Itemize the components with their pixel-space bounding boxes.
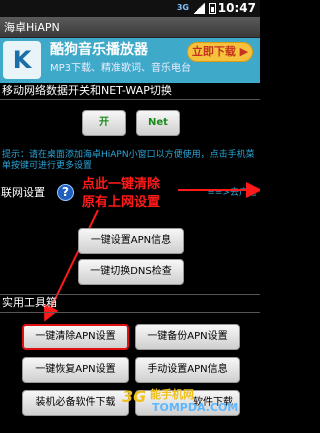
help-icon[interactable]: ? <box>57 184 74 201</box>
watermark-cn: 能手机网 <box>150 388 194 401</box>
battery-icon <box>209 2 216 14</box>
must-have-software-button[interactable]: 装机必备软件下载 <box>22 390 129 416</box>
divider <box>0 99 260 100</box>
tools-heading: 实用工具箱 <box>2 296 57 309</box>
kugou-logo-letter: K <box>12 46 32 74</box>
annotation-line-1: 点此一键清除 <box>82 177 161 192</box>
manual-apn-button[interactable]: 手动设置APN信息 <box>135 357 240 383</box>
restore-apn-button[interactable]: 一键恢复APN设置 <box>22 357 129 383</box>
signal-icon <box>193 2 205 14</box>
status-bar: 3G 10:47 <box>0 0 260 17</box>
status-icons: 3G <box>177 2 216 14</box>
switch-dns-button[interactable]: 一键切换DNS检查 <box>78 259 184 285</box>
network-3g-icon: 3G <box>176 3 189 12</box>
ad-title: 酷狗音乐播放器 <box>50 42 148 58</box>
divider <box>0 294 260 295</box>
ad-subtitle: MP3下载、精准歌词、音乐电台 <box>50 63 192 74</box>
backup-apn-button[interactable]: 一键备份APN设置 <box>135 324 240 350</box>
mobile-data-heading: 移动网络数据开关和NET-WAP切换 <box>2 84 172 97</box>
watermark-en: TOMPDA.COM <box>152 401 239 414</box>
remove-ads-link[interactable]: ==>去广告 <box>207 187 257 199</box>
hint-text: 提示：请在桌面添加海卓HiAPN小窗口以方便使用，点击手机菜单按键可进行更多设置 <box>2 150 255 171</box>
set-apn-button[interactable]: 一键设置APN信息 <box>78 228 184 254</box>
watermark-logo: 3G <box>122 387 147 406</box>
ad-download-button[interactable]: 立即下载 ▶ <box>187 42 253 62</box>
divider <box>0 312 260 313</box>
network-settings-label: 联网设置 <box>1 186 45 199</box>
net-toggle-button[interactable]: Net <box>136 110 180 136</box>
tompda-watermark: 3G 能手机网 TOMPDA.COM <box>122 387 242 415</box>
mobile-data-on-button[interactable]: 开 <box>82 110 126 136</box>
annotation-line-2: 原有上网设置 <box>82 195 161 210</box>
status-clock: 10:47 <box>217 1 256 15</box>
app-title: 海卓HiAPN <box>4 21 60 34</box>
clear-apn-button[interactable]: 一键清除APN设置 <box>22 324 129 350</box>
app-title-bar: 海卓HiAPN <box>0 17 260 38</box>
kugou-logo-icon: K <box>3 41 41 79</box>
ad-banner[interactable]: K 酷狗音乐播放器 MP3下载、精准歌词、音乐电台 立即下载 ▶ <box>0 38 260 83</box>
